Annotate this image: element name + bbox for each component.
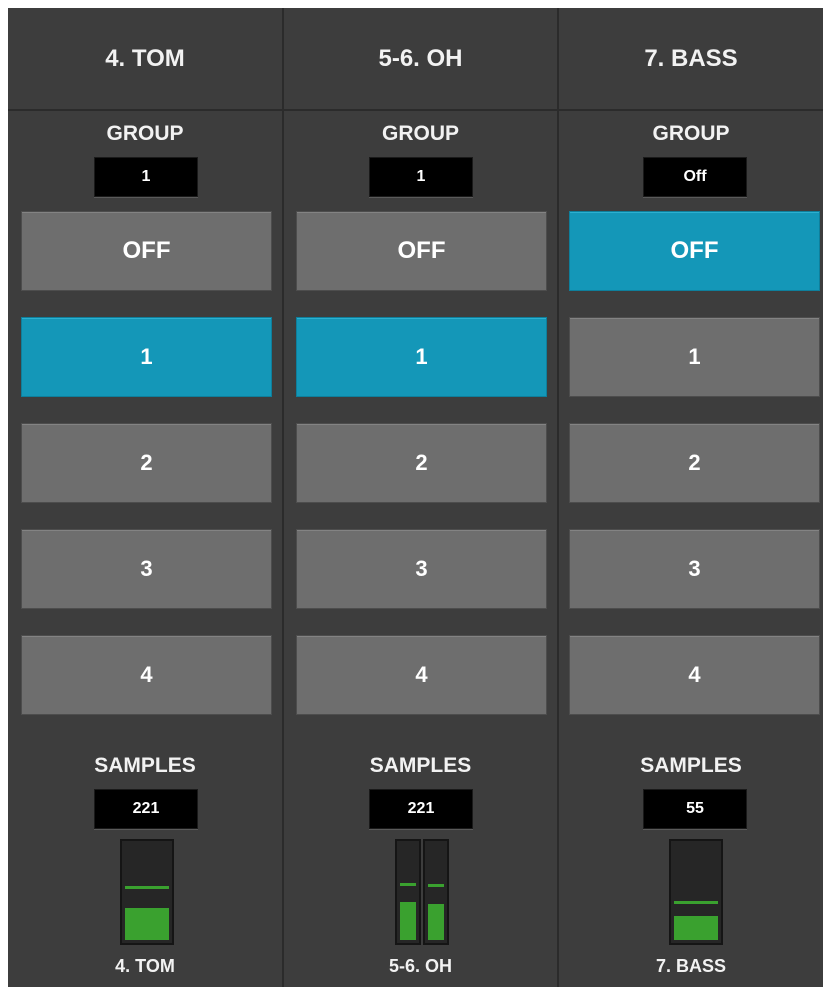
level-meter xyxy=(120,839,174,945)
level-meter xyxy=(669,839,723,945)
group-1-button[interactable]: 1 xyxy=(21,317,272,397)
meter-level-fill xyxy=(125,908,169,940)
channel-footer-label: 4. TOM xyxy=(115,956,175,976)
group-4-button[interactable]: 4 xyxy=(569,635,820,715)
group-value-field[interactable]: 1 xyxy=(369,157,473,197)
group-off-button[interactable]: OFF xyxy=(569,211,820,291)
group-4-button[interactable]: 4 xyxy=(296,635,547,715)
samples-value-field[interactable]: 55 xyxy=(643,789,747,829)
level-meter-left xyxy=(395,839,421,945)
meter-level-fill xyxy=(400,902,416,940)
channel-strip-7-bass: 7. BASS GROUP Off OFF 1 2 3 4 SAMPLES 55… xyxy=(559,8,823,987)
group-label: GROUP xyxy=(652,122,730,145)
samples-value-field[interactable]: 221 xyxy=(94,789,198,829)
group-4-button[interactable]: 4 xyxy=(21,635,272,715)
group-off-button[interactable]: OFF xyxy=(296,211,547,291)
group-1-button[interactable]: 1 xyxy=(296,317,547,397)
samples-value-field[interactable]: 221 xyxy=(369,789,473,829)
group-value-field[interactable]: Off xyxy=(643,157,747,197)
samples-label: SAMPLES xyxy=(94,754,196,777)
group-2-button[interactable]: 2 xyxy=(296,423,547,503)
samples-label: SAMPLES xyxy=(640,754,742,777)
channel-name: 7. BASS xyxy=(559,8,823,111)
channel-name: 5-6. OH xyxy=(284,8,557,111)
level-meter-right xyxy=(423,839,449,945)
meter-peak-marker xyxy=(400,883,416,886)
group-label: GROUP xyxy=(106,122,184,145)
group-2-button[interactable]: 2 xyxy=(21,423,272,503)
meter-peak-marker xyxy=(428,884,444,887)
meter-peak-marker xyxy=(674,901,718,904)
group-3-button[interactable]: 3 xyxy=(569,529,820,609)
meter-peak-marker xyxy=(125,886,169,889)
group-2-button[interactable]: 2 xyxy=(569,423,820,503)
meter-level-fill xyxy=(674,916,718,940)
meter-level-fill xyxy=(428,904,444,940)
group-3-button[interactable]: 3 xyxy=(296,529,547,609)
group-3-button[interactable]: 3 xyxy=(21,529,272,609)
channel-footer-label: 5-6. OH xyxy=(388,956,453,976)
channel-strip-5-6-oh: 5-6. OH GROUP 1 OFF 1 2 3 4 SAMPLES 221 … xyxy=(284,8,559,987)
samples-label: SAMPLES xyxy=(369,754,472,777)
group-label: GROUP xyxy=(381,122,459,145)
channel-name: 4. TOM xyxy=(8,8,282,111)
group-off-button[interactable]: OFF xyxy=(21,211,272,291)
group-value-field[interactable]: 1 xyxy=(94,157,198,197)
group-1-button[interactable]: 1 xyxy=(569,317,820,397)
mixer-panel: 4. TOM GROUP 1 OFF 1 2 3 4 SAMPLES 221 4… xyxy=(8,8,823,987)
channel-footer-label: 7. BASS xyxy=(655,956,727,976)
channel-strip-4-tom: 4. TOM GROUP 1 OFF 1 2 3 4 SAMPLES 221 4… xyxy=(8,8,284,987)
